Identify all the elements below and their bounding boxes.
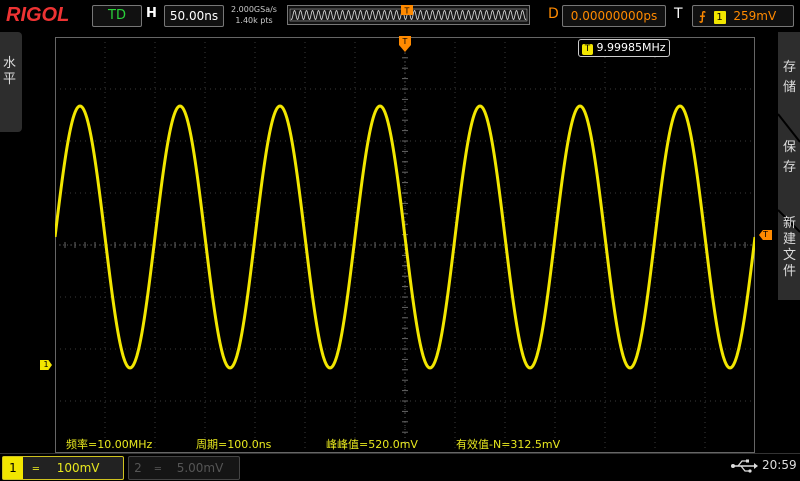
svg-text:T: T: [404, 7, 410, 16]
trigger-level-marker[interactable]: T: [759, 230, 772, 240]
softkey-new-file[interactable]: 新 建 文 件: [783, 216, 797, 280]
measurement-vrms: 有效值-N=312.5mV: [456, 438, 561, 451]
ch2-scale-tab[interactable]: 2 ═ 5.00mV: [128, 456, 240, 480]
softkey-save[interactable]: 保 存: [783, 140, 797, 176]
trigger-source-badge: 1: [713, 11, 726, 24]
measurement-vpp: 峰峰值=520.0mV: [326, 438, 418, 451]
ch1-scale-tab[interactable]: 1 ═ 100mV: [2, 456, 124, 480]
softkey-storage[interactable]: 存 储: [783, 60, 797, 96]
measurement-period: 周期=100.0ns: [196, 438, 272, 451]
ch1-scale-value: 100mV: [56, 461, 100, 475]
memory-depth: 1.40k pts: [235, 16, 273, 25]
dc-coupling-icon: ═: [154, 464, 161, 475]
ch1-number: 1: [3, 457, 23, 479]
timebase-display[interactable]: 50.00ns: [164, 5, 224, 27]
rising-edge-icon: ⨍: [699, 9, 706, 23]
acquisition-info: 2.000GSa/s 1.40k pts: [226, 4, 282, 26]
sample-rate: 2.000GSa/s: [231, 5, 277, 14]
frequency-counter: T 9.99985MHz: [578, 39, 670, 57]
measurement-frequency: 频率=10.00MHz: [66, 438, 153, 451]
trigger-position-arrow: T: [399, 36, 411, 52]
ch2-scale-value: 5.00mV: [176, 461, 224, 475]
svg-text:T: T: [402, 37, 408, 46]
trigger-level-value: 259mV: [733, 9, 777, 23]
brand-logo: RIGOL: [6, 4, 70, 26]
frequency-value: 9.99985MHz: [596, 41, 666, 54]
ch1-offset-marker[interactable]: 1: [40, 360, 52, 370]
dc-coupling-icon: ═: [32, 464, 39, 475]
trigger-settings-display[interactable]: ⨍ 1 259mV: [692, 5, 794, 27]
memory-position-bar[interactable]: T: [287, 5, 530, 25]
trigger-delay-display[interactable]: 0.00000000ps: [562, 5, 666, 27]
ch2-number: 2: [134, 461, 142, 475]
delay-label: D: [548, 6, 559, 22]
run-state-indicator[interactable]: TD: [92, 5, 142, 27]
trigger-icon: T: [582, 44, 593, 55]
clock: 20:59: [762, 458, 797, 472]
usb-icon: [731, 459, 758, 473]
waveform-display[interactable]: [55, 37, 755, 453]
horizontal-label: H: [146, 6, 157, 21]
horizontal-menu-label: 水 平: [3, 56, 17, 87]
trigger-label: T: [674, 6, 683, 22]
